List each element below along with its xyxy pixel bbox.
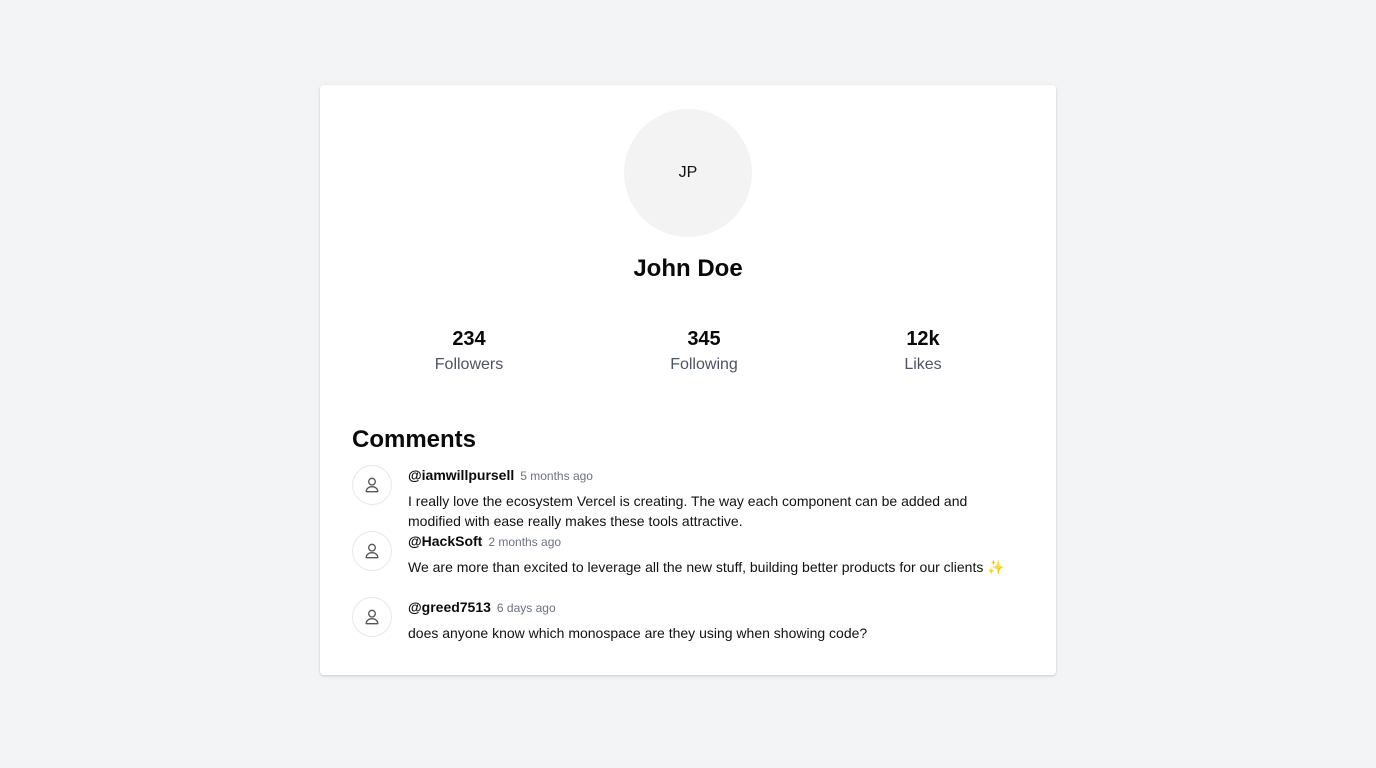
profile-card: JP John Doe 234 Followers 345 Following … xyxy=(320,85,1056,675)
profile-stats: 234 Followers 345 Following 12k Likes xyxy=(320,325,1056,381)
comment-avatar[interactable] xyxy=(352,531,392,571)
stat-likes-value: 12k xyxy=(906,328,940,350)
comment-username[interactable]: @HackSoft xyxy=(408,533,482,549)
comment-timestamp: 5 months ago xyxy=(520,469,593,483)
comment-username[interactable]: @greed7513 xyxy=(408,599,491,615)
stat-followers-value: 234 xyxy=(452,328,486,350)
stat-followers-label: Followers xyxy=(434,356,504,373)
comment-header: @HackSoft 2 months ago xyxy=(408,531,561,551)
comment-avatar[interactable] xyxy=(352,465,392,505)
comment-body: We are more than excited to leverage all… xyxy=(408,559,1005,575)
stat-likes[interactable]: 12k Likes xyxy=(853,325,993,377)
stat-following-value: 345 xyxy=(687,328,721,350)
profile-name: John Doe xyxy=(633,255,743,282)
comment-header: @greed7513 6 days ago xyxy=(408,597,556,617)
user-icon xyxy=(365,609,379,625)
stat-followers[interactable]: 234 Followers xyxy=(399,325,539,377)
stat-likes-label: Likes xyxy=(904,356,942,373)
profile-avatar: JP xyxy=(624,109,752,237)
comment-body: does anyone know which monospace are the… xyxy=(408,625,868,641)
comment-header: @iamwillpursell 5 months ago xyxy=(408,465,593,485)
comment-username[interactable]: @iamwillpursell xyxy=(408,467,514,483)
user-icon xyxy=(365,477,379,493)
avatar-initials: JP xyxy=(678,164,698,181)
comment-avatar[interactable] xyxy=(352,597,392,637)
user-icon xyxy=(365,543,379,559)
comment-timestamp: 2 months ago xyxy=(488,535,562,549)
stat-following-label: Following xyxy=(670,356,738,373)
comments-heading: Comments xyxy=(352,426,477,453)
comment-body: I really love the ecosystem Vercel is cr… xyxy=(408,493,968,529)
stat-following[interactable]: 345 Following xyxy=(634,325,774,377)
comment-timestamp: 6 days ago xyxy=(496,601,556,615)
